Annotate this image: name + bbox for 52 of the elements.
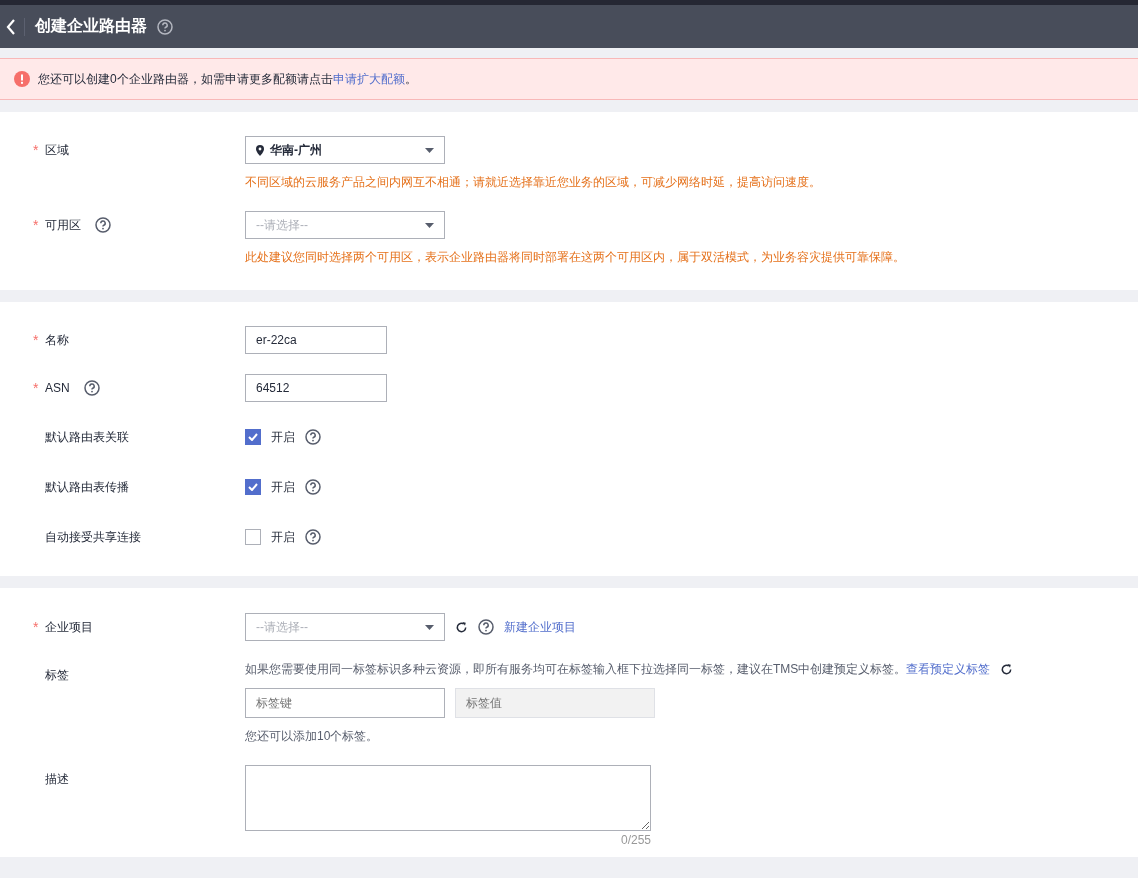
field-label: 名称 bbox=[45, 331, 69, 349]
alert-message: 您还可以创建0个企业路由器，如需申请更多配额请点击申请扩大配额。 bbox=[38, 70, 417, 88]
field-label: 默认路由表关联 bbox=[45, 428, 129, 446]
checkbox-label: 开启 bbox=[271, 478, 295, 496]
tag-note: 如果您需要使用同一标签标识多种云资源，即所有服务均可在标签输入框下拉选择同一标签，建议在TMS中创建预定义标签。查看预定义标签 bbox=[245, 661, 991, 678]
dropdown-select[interactable]: 华南-广州 bbox=[245, 136, 445, 164]
required-mark: * bbox=[33, 619, 39, 635]
field-label: 可用区 bbox=[45, 216, 81, 234]
help-icon[interactable] bbox=[305, 429, 321, 445]
error-icon bbox=[14, 71, 30, 87]
help-icon[interactable] bbox=[95, 217, 111, 233]
char-counter: 0/255 bbox=[619, 833, 651, 847]
text-input[interactable]: 64512 bbox=[245, 374, 387, 402]
field-label: ASN bbox=[45, 381, 70, 395]
tag-key-input[interactable]: 标签键 bbox=[245, 688, 445, 718]
help-icon[interactable] bbox=[478, 619, 494, 635]
checkmark-icon bbox=[248, 483, 258, 491]
required-mark: * bbox=[33, 332, 39, 348]
field-label: 标签 bbox=[45, 666, 69, 684]
refresh-icon[interactable] bbox=[1000, 663, 1014, 676]
required-mark: * bbox=[33, 217, 39, 233]
checkbox[interactable] bbox=[245, 529, 261, 545]
text-input[interactable]: er-22ca bbox=[245, 326, 387, 354]
help-icon[interactable] bbox=[83, 380, 100, 396]
help-icon[interactable] bbox=[305, 529, 321, 545]
checkbox-label: 开启 bbox=[271, 428, 295, 446]
tag-remaining-text: 您还可以添加10个标签。 bbox=[245, 728, 380, 745]
checkbox-label: 开启 bbox=[271, 528, 295, 546]
field-label: 企业项目 bbox=[45, 618, 93, 636]
field-label: 自动接受共享连接 bbox=[45, 528, 141, 546]
help-icon[interactable] bbox=[305, 479, 321, 495]
caret-icon bbox=[425, 147, 434, 153]
field-label: 默认路由表传播 bbox=[45, 478, 129, 496]
refresh-icon[interactable] bbox=[455, 620, 468, 634]
required-mark: * bbox=[33, 380, 39, 396]
quota-link[interactable]: 申请扩大配额 bbox=[332, 71, 405, 86]
field-label: 区域 bbox=[45, 141, 69, 159]
predefined-tags-link[interactable]: 查看预定义标签 bbox=[906, 662, 991, 676]
location-pin-icon bbox=[256, 144, 264, 156]
checkmark-icon bbox=[248, 433, 258, 441]
caret-icon bbox=[425, 222, 434, 228]
create-project-link[interactable]: 新建企业项目 bbox=[504, 618, 576, 636]
help-icon[interactable] bbox=[157, 18, 173, 35]
checkbox[interactable] bbox=[245, 429, 261, 445]
field-label: 描述 bbox=[45, 770, 69, 788]
required-mark: * bbox=[33, 142, 39, 158]
checkbox[interactable] bbox=[245, 479, 261, 495]
back-button[interactable] bbox=[6, 17, 25, 36]
page-title: 创建企业路由器 bbox=[35, 16, 147, 36]
hint-text: 不同区域的云服务产品之间内网互不相通；请就近选择靠近您业务的区域，可减少网络时延，提高访问速度。 bbox=[245, 174, 822, 191]
hint-text: 此处建议您同时选择两个可用区，表示企业路由器将同时部署在这两个可用区内，属于双活模式，为业务容灾提供可靠保障。 bbox=[245, 249, 906, 266]
caret-icon bbox=[425, 624, 434, 630]
